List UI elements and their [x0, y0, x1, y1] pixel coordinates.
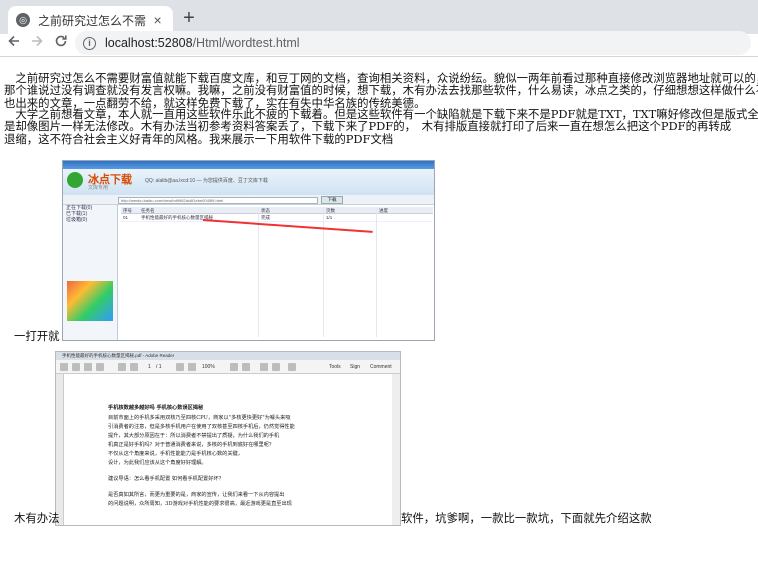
table-cell: 完成 — [261, 215, 270, 220]
pdf-toolbar: 1 / 1 100% Tools Sign Comment — [56, 360, 400, 374]
fit-width-icon — [242, 363, 250, 371]
table-header-cell: 序号 — [123, 208, 132, 213]
paragraph-2: 大学之前想看文章，本人就一直用这些软件乐此不疲的下载着。但是这些软件有一个缺陷就… — [4, 108, 758, 145]
open-icon — [60, 363, 68, 371]
email-icon — [96, 363, 104, 371]
page-total: / 1 — [156, 364, 162, 370]
screenshot-address-row: http://wenku.baidu.com/view/bd9982dc6f1e… — [63, 195, 434, 205]
pdf-text-line: 不仅从这个角度来说，手机性能能力是手机核心数的关键， — [108, 451, 243, 457]
table-header: 序号 任务名 状态 页数 进度 — [121, 207, 433, 214]
browser-tab[interactable]: ◎ 之前研究过怎么不需要财富值就 × — [8, 6, 173, 34]
grid-line — [376, 207, 377, 337]
screenshot-sidebar: 正在下载(0) 已下载(1) 垃圾箱(0) — [63, 205, 118, 340]
app-logo-subtitle: 文库专用 — [88, 185, 109, 191]
highlight-icon — [272, 363, 280, 371]
pdf-text-line: 引消费者的注意，但是多核手机用户在使用了双核甚至四核手机后，仍然觉得性能 — [108, 424, 295, 430]
pdf-text-line: 机真正是好手机吗？对于普通消费者来说，多核的手机到底好在哪里呢？ — [108, 442, 275, 448]
tab-title: 之前研究过怎么不需要财富值就 — [38, 13, 147, 28]
screenshot-titlebar — [63, 161, 434, 169]
pdf-side-panel — [56, 374, 64, 525]
fit-page-icon — [230, 363, 238, 371]
table-cell: 01 — [123, 215, 129, 220]
screenshot-address-field: http://wenku.baidu.com/view/bd9982dc6f1e… — [118, 197, 318, 204]
screenshot-banner: 冰点下载 文库专用 QQ: alalib@aa.lxcd:10 — 为您提供百度… — [63, 169, 434, 195]
page-content: 之前研究过怎么不需要财富值就能下载百度文库，和豆丁网的文档，查询相关资料，众说纷… — [0, 57, 758, 577]
game-ad-image — [67, 281, 113, 321]
zoom-in-icon — [188, 363, 196, 371]
pdf-text-line: 设计，为此我们应该从这个角度好好理解。 — [108, 460, 207, 466]
pdf-text-line: 是否真如其所言，而更为重要的是，商家的宣传，让我们来看一下从内容提出 — [108, 492, 285, 498]
table-header-cell: 进度 — [379, 208, 388, 213]
table-row: 01 手机性能最好的手机核心数量区揭秘 完成 1/1 — [121, 214, 433, 222]
zoom-out-icon — [176, 363, 184, 371]
expand-icon — [288, 363, 296, 371]
arrow-right-icon[interactable] — [27, 33, 47, 53]
tab-strip: ◎ 之前研究过怎么不需要财富值就 × + — [0, 0, 758, 34]
download-software-screenshot: 冰点下载 文库专用 QQ: alalib@aa.lxcd:10 — 为您提供百度… — [62, 160, 435, 341]
prev-page-icon — [118, 363, 126, 371]
table-cell: 1/1 — [326, 215, 333, 220]
paragraph-1: 之前研究过怎么不需要财富值就能下载百度文库，和豆丁网的文档，查询相关资料，众说纷… — [4, 72, 758, 109]
url-path: /Html/wordtest.html — [192, 36, 300, 50]
page-number: 1 — [148, 364, 151, 370]
logo-icon — [67, 172, 83, 188]
caption-2-right: 软件，坑爹啊，一款比一款坑，下面就先介绍这款 — [401, 511, 652, 525]
print-icon — [84, 363, 92, 371]
text-line: 那个谁说过没有调查就没有发言权嘛。我嘛，之前没有财富值的时候，想下载，木有办法去… — [4, 83, 758, 98]
caption-2-left: 木有办法 — [14, 511, 60, 525]
pdf-text-line: 手机核数越多越好吗 手机核心数误区揭秘 — [108, 405, 204, 411]
screenshot-task-table: 序号 任务名 状态 页数 进度 01 手机性能最好的手机核心数量区揭秘 完成 1… — [121, 207, 433, 337]
comment-icon — [260, 363, 268, 371]
pdf-text-line: 建议导语：怎么看手机配置 如何看手机配置好坏？ — [108, 476, 224, 482]
save-icon — [72, 363, 80, 371]
grid-line — [258, 207, 259, 337]
pdf-reader-screenshot: 手机性能最好的手机核心数量区揭秘.pdf - Adobe Reader 1 / … — [55, 351, 401, 526]
globe-icon: ◎ — [16, 13, 30, 27]
next-page-icon — [130, 363, 138, 371]
table-header-cell: 页数 — [326, 208, 335, 213]
new-tab-button[interactable]: + — [178, 8, 200, 30]
pdf-text-line: 提升，其大部分原因在于：所以消费者不禁提出了质疑，为什么我们的手机 — [108, 433, 280, 439]
zoom-level: 100% — [202, 364, 215, 370]
address-bar[interactable]: i localhost:52808/Html/wordtest.html — [75, 31, 751, 55]
text-line: 是却像图片一样无法修改。木有办法当初参考资料答案丢了，下载下来了PDF的， 木有… — [4, 119, 758, 134]
url-text[interactable]: localhost:52808/Html/wordtest.html — [105, 36, 300, 50]
reload-icon[interactable] — [51, 33, 71, 53]
sign-label: Sign — [350, 364, 361, 370]
tools-label: Tools — [329, 364, 341, 370]
comment-label: Comment — [370, 364, 392, 370]
pdf-text-line: 的问题说明，众所周知，3D游戏对手机性能的要求很高，最近游戏更是直至出现 — [108, 501, 292, 507]
navigation-bar: i localhost:52808/Html/wordtest.html — [0, 31, 758, 55]
screenshot-download-button: 下载 — [321, 196, 343, 204]
url-host: localhost:52808 — [105, 36, 193, 50]
info-icon[interactable]: i — [83, 36, 96, 50]
text-line: 退缩，这不符合社会主义好青年的风格。我来展示一下用软件下载的PDF文档 — [4, 131, 394, 146]
close-tab-icon[interactable]: × — [150, 12, 165, 28]
pdf-window-title: 手机性能最好的手机核心数量区揭秘.pdf - Adobe Reader — [56, 352, 400, 360]
table-header-cell: 状态 — [261, 208, 270, 213]
banner-note: QQ: alalib@aa.lxcd:10 — 为您提供百度、豆丁文库下载 — [145, 178, 268, 184]
pdf-scrollbar — [392, 374, 400, 525]
caption-1: 一打开就 — [14, 329, 60, 343]
pdf-text-line: 目前市面上的手机多采用双核乃至四核CPU，商家以"多核更快更好"为噱头来吸 — [108, 415, 291, 421]
arrow-left-icon[interactable] — [4, 33, 24, 53]
table-header-cell: 任务名 — [141, 208, 155, 213]
sidebar-line: 垃圾箱(0) — [66, 217, 88, 223]
